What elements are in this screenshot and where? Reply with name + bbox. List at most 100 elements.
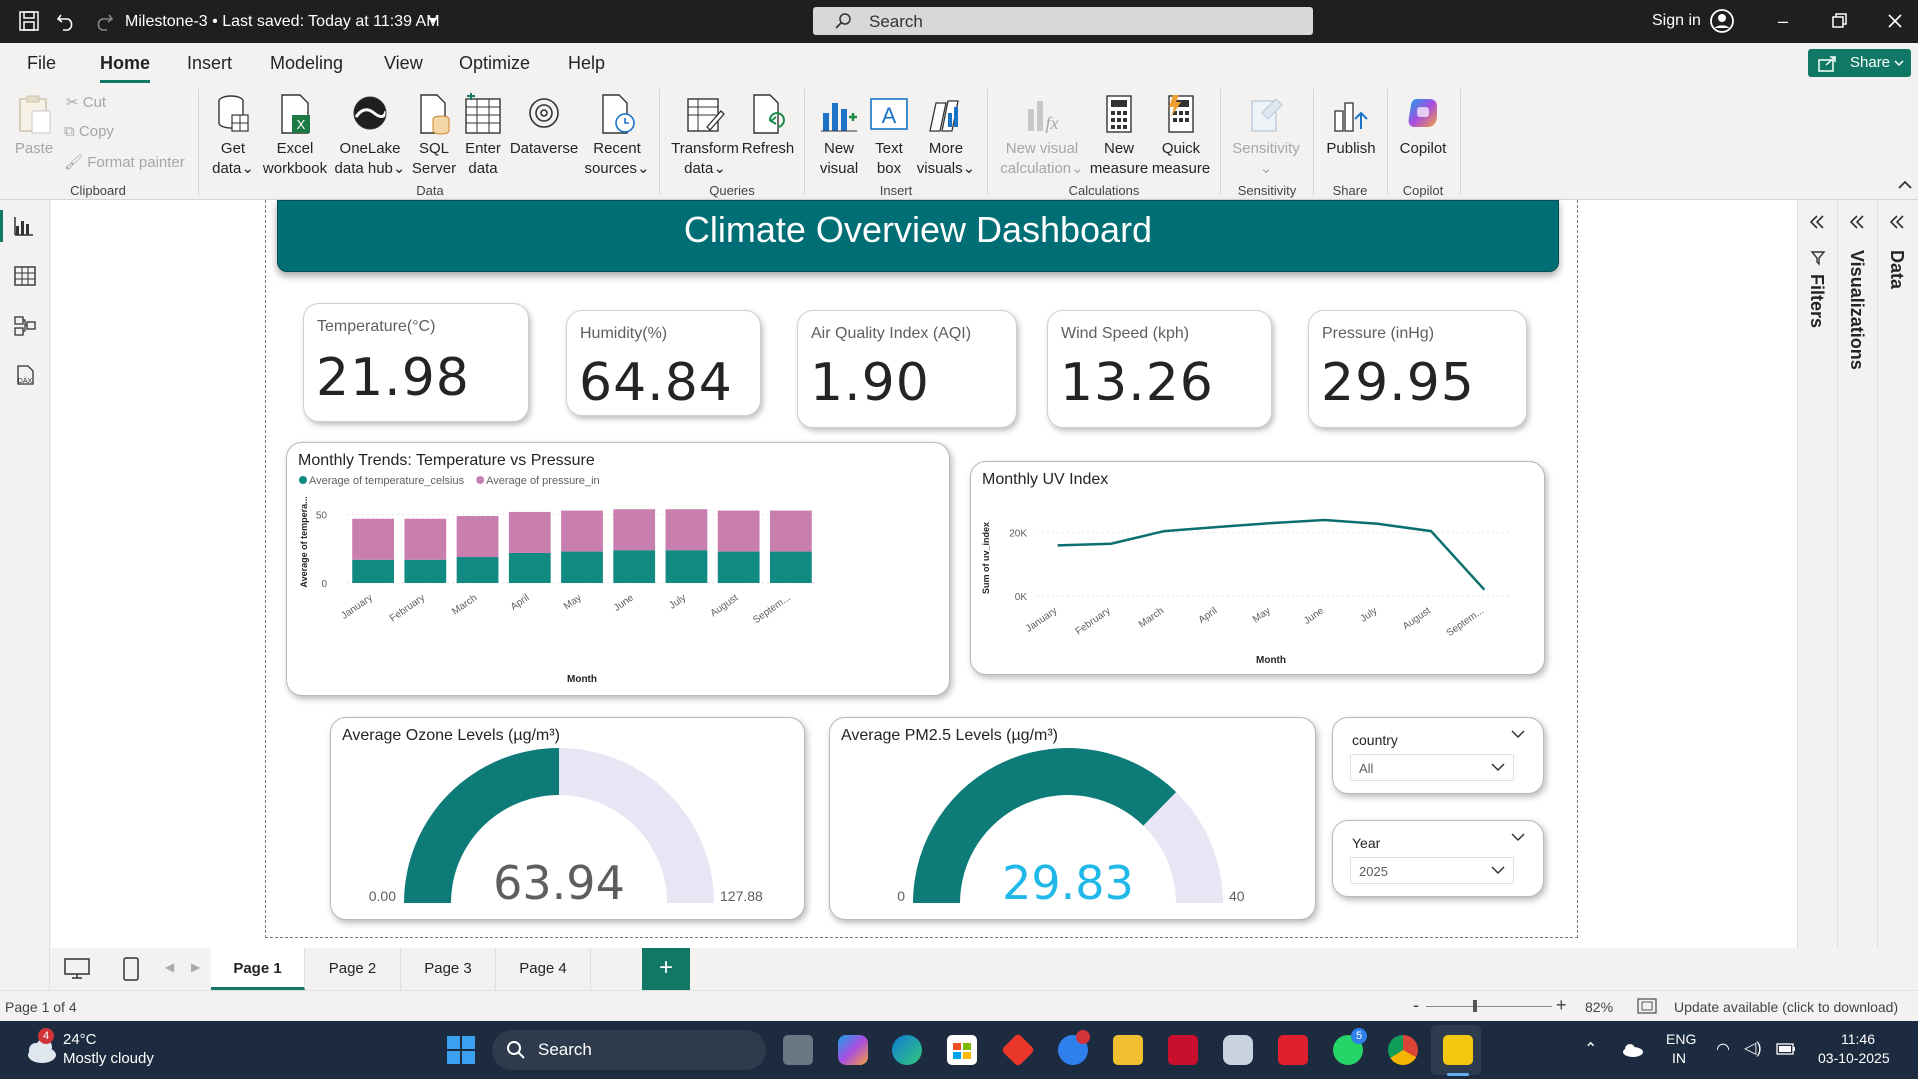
country-dropdown[interactable]: All bbox=[1350, 754, 1514, 781]
save-icon[interactable] bbox=[18, 10, 40, 32]
microsoft-store-icon[interactable] bbox=[947, 1035, 977, 1065]
share-button[interactable]: Share bbox=[1808, 49, 1911, 77]
kpi-card-wind-speed[interactable]: Wind Speed (kph) 13.26 bbox=[1047, 310, 1272, 428]
page-tab-1[interactable]: Page 1 bbox=[211, 948, 305, 990]
expand-pane-icon[interactable] bbox=[1888, 214, 1906, 230]
mcafee-icon[interactable] bbox=[1168, 1035, 1198, 1065]
kpi-card-temperature[interactable]: Temperature(°C) 21.98 bbox=[303, 303, 529, 422]
new-visual-button[interactable]: New visual bbox=[814, 93, 864, 179]
update-available-link[interactable]: Update available (click to download) bbox=[1674, 999, 1898, 1015]
document-title[interactable]: Milestone-3 • Last saved: Today at 11:39… bbox=[125, 13, 440, 31]
database-app-icon[interactable] bbox=[1223, 1035, 1253, 1065]
dataverse-button[interactable]: Dataverse bbox=[508, 93, 580, 159]
onedrive-cloud-icon[interactable] bbox=[1620, 1041, 1644, 1057]
desktop-layout-icon[interactable] bbox=[64, 958, 90, 980]
tab-view[interactable]: View bbox=[384, 53, 423, 74]
anydesk-icon[interactable] bbox=[1001, 1033, 1035, 1067]
pm25-gauge-visual[interactable]: Average PM2.5 Levels (µg/m³) 29.83 0 40 bbox=[829, 717, 1316, 920]
temp-pressure-chart-visual[interactable]: Monthly Trends: Temperature vs Pressure … bbox=[286, 442, 950, 696]
file-explorer-icon[interactable] bbox=[1113, 1035, 1143, 1065]
uv-index-chart-visual[interactable]: Monthly UV Index 0K 20K Sum of uv_index Jan… bbox=[970, 461, 1545, 675]
clock-date[interactable]: 03-10-2025 bbox=[1818, 1050, 1890, 1066]
wps-office-icon[interactable] bbox=[1278, 1035, 1308, 1065]
mobile-layout-icon[interactable] bbox=[123, 957, 139, 981]
model-view-icon[interactable] bbox=[13, 314, 37, 338]
kpi-card-humidity[interactable]: Humidity(%) 64.84 bbox=[566, 310, 761, 416]
expand-pane-icon[interactable] bbox=[1848, 214, 1866, 230]
tab-modeling[interactable]: Modeling bbox=[270, 53, 343, 74]
volume-icon[interactable]: ◁) bbox=[1744, 1038, 1762, 1058]
report-view-icon[interactable] bbox=[13, 214, 37, 238]
table-view-icon[interactable] bbox=[13, 264, 37, 288]
cut-button[interactable]: ✂ Cut bbox=[66, 93, 106, 111]
kpi-card-air-quality[interactable]: Air Quality Index (AQI) 1.90 bbox=[797, 310, 1017, 428]
copy-button[interactable]: ⧉ Copy bbox=[64, 123, 114, 140]
year-slicer[interactable]: Year 2025 bbox=[1332, 820, 1544, 897]
year-dropdown[interactable]: 2025 bbox=[1350, 857, 1514, 884]
page-tab-3[interactable]: Page 3 bbox=[401, 948, 496, 990]
zoom-slider-track[interactable] bbox=[1426, 1006, 1552, 1007]
search-input[interactable]: Search bbox=[813, 7, 1313, 35]
power-bi-icon[interactable] bbox=[1443, 1035, 1473, 1065]
zoom-in-icon[interactable]: + bbox=[1556, 995, 1567, 1016]
clock-time[interactable]: 11:46 bbox=[1841, 1031, 1875, 1047]
sql-server-button[interactable]: SQL Server bbox=[411, 93, 457, 179]
task-view-icon[interactable] bbox=[783, 1035, 813, 1065]
undo-icon[interactable] bbox=[55, 10, 77, 32]
chevron-down-icon[interactable] bbox=[1511, 833, 1525, 842]
data-pane[interactable]: Data bbox=[1877, 200, 1918, 948]
close-icon[interactable] bbox=[1884, 10, 1906, 32]
enter-data-button[interactable]: Enter data bbox=[460, 93, 506, 179]
zoom-slider-thumb[interactable] bbox=[1473, 1000, 1477, 1012]
weather-temperature[interactable]: 24°C bbox=[63, 1031, 97, 1048]
add-page-button[interactable]: + bbox=[642, 948, 690, 990]
page-tab-4[interactable]: Page 4 bbox=[496, 948, 591, 990]
minimize-icon[interactable]: – bbox=[1772, 10, 1794, 32]
fit-to-page-icon[interactable] bbox=[1637, 998, 1657, 1014]
get-data-button[interactable]: Get data⌄ bbox=[208, 93, 258, 179]
refresh-button[interactable]: Refresh bbox=[741, 93, 795, 159]
taskbar-search[interactable]: Search bbox=[492, 1030, 766, 1070]
collapse-ribbon-icon[interactable] bbox=[1898, 180, 1912, 189]
new-visual-calculation-button[interactable]: fx New visual calculation⌄ bbox=[996, 93, 1088, 179]
onelake-data-hub-button[interactable]: OneLake data hub⌄ bbox=[332, 93, 408, 179]
sign-in-link[interactable]: Sign in bbox=[1652, 12, 1701, 30]
title-dropdown-icon[interactable] bbox=[427, 17, 439, 25]
windows-start-icon[interactable] bbox=[446, 1035, 476, 1065]
zoom-out-icon[interactable]: - bbox=[1413, 995, 1419, 1016]
excel-workbook-button[interactable]: X Excel workbook bbox=[261, 93, 329, 179]
ozone-gauge-visual[interactable]: Average Ozone Levels (µg/m³) 63.94 0.00 12… bbox=[330, 717, 805, 920]
copilot-button[interactable]: Copilot bbox=[1394, 93, 1452, 159]
weather-description[interactable]: Mostly cloudy bbox=[63, 1050, 154, 1067]
sensitivity-button[interactable]: Sensitivity ⌄ bbox=[1228, 93, 1304, 179]
chrome-icon[interactable] bbox=[1388, 1035, 1418, 1065]
filters-pane[interactable]: Filters bbox=[1797, 200, 1837, 948]
expand-pane-icon[interactable] bbox=[1808, 214, 1826, 230]
publish-button[interactable]: Publish bbox=[1320, 93, 1382, 159]
recent-sources-button[interactable]: Recent sources⌄ bbox=[583, 93, 651, 179]
page-tab-2[interactable]: Page 2 bbox=[305, 948, 401, 990]
tab-insert[interactable]: Insert bbox=[187, 53, 232, 74]
next-page-icon[interactable]: ▶ bbox=[191, 960, 200, 974]
prev-page-icon[interactable]: ◀ bbox=[165, 960, 174, 974]
tab-file[interactable]: File bbox=[27, 53, 56, 74]
transform-data-button[interactable]: Transform data⌄ bbox=[668, 93, 742, 179]
tab-home[interactable]: Home bbox=[100, 53, 150, 74]
battery-icon[interactable] bbox=[1776, 1043, 1796, 1055]
redo-icon[interactable] bbox=[93, 10, 115, 32]
visualizations-pane[interactable]: Visualizations bbox=[1837, 200, 1877, 948]
paste-button[interactable]: Paste bbox=[12, 93, 56, 159]
language-indicator-2[interactable]: IN bbox=[1672, 1050, 1686, 1066]
account-icon[interactable] bbox=[1710, 9, 1734, 33]
format-painter-button[interactable]: 🖌 Format painter bbox=[64, 153, 185, 171]
tab-help[interactable]: Help bbox=[568, 53, 605, 74]
chevron-down-icon[interactable] bbox=[1511, 730, 1525, 739]
zoom-level[interactable]: 82% bbox=[1585, 999, 1613, 1015]
wifi-icon[interactable]: ◠ bbox=[1716, 1039, 1730, 1059]
chevron-up-icon[interactable]: ⌃ bbox=[1584, 1039, 1597, 1059]
edge-browser-icon[interactable] bbox=[892, 1035, 922, 1065]
restore-icon[interactable] bbox=[1828, 10, 1850, 32]
dashboard-title-banner[interactable]: Climate Overview Dashboard bbox=[277, 200, 1559, 272]
new-measure-button[interactable]: New measure bbox=[1088, 93, 1150, 179]
language-indicator-1[interactable]: ENG bbox=[1666, 1031, 1696, 1047]
